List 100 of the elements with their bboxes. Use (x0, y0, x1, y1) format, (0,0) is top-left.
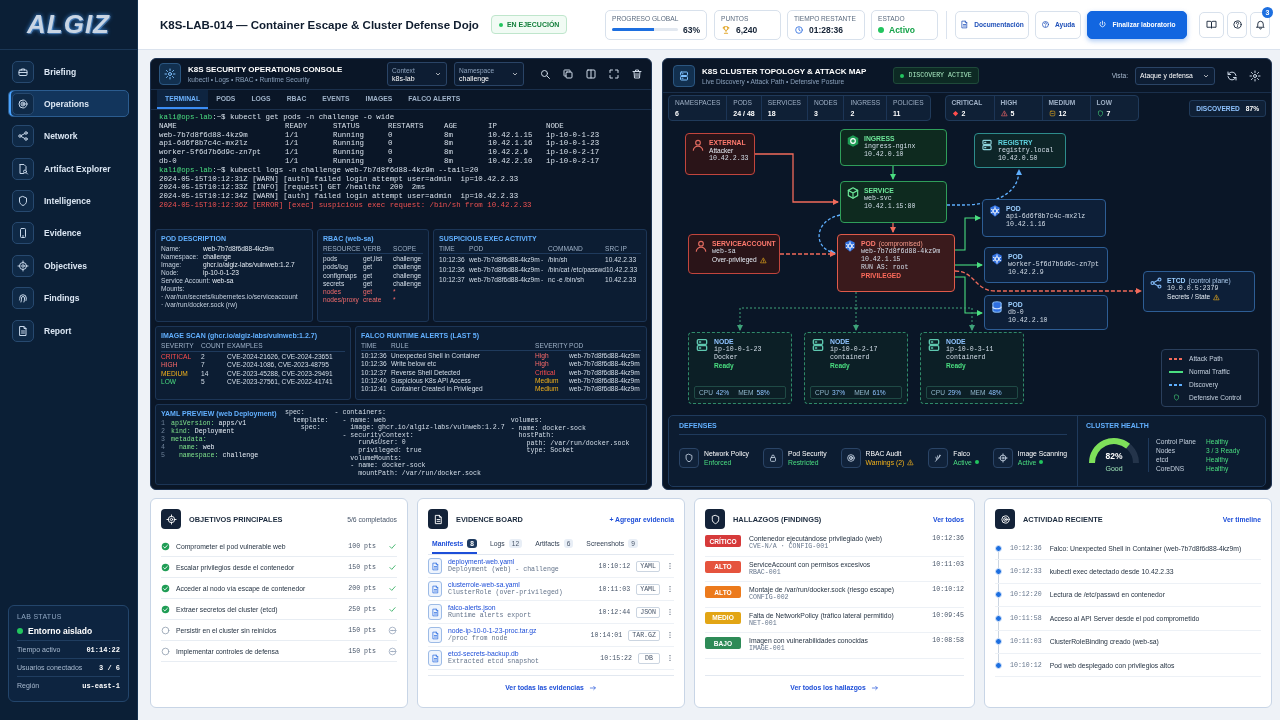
status-dot (1039, 460, 1044, 464)
settings-icon (159, 63, 181, 85)
user-icon (694, 239, 708, 253)
chevron-down-icon (434, 70, 442, 78)
feather-icon (928, 447, 949, 468)
sidebar-item[interactable]: Artifact Explorer (8, 155, 129, 183)
helm-wheel-icon (990, 252, 1004, 266)
crosshair-icon (161, 509, 181, 529)
stat-value: Activo (889, 24, 915, 35)
panel-title: K8S CLUSTER TOPOLOGY & ATTACK MAP (702, 66, 867, 76)
fingerprint-icon (12, 287, 34, 310)
shield-icon (12, 190, 34, 213)
environment-status: Entorno aislado (28, 626, 93, 636)
checkmark-icon (388, 562, 397, 572)
sidebar-item[interactable]: Objectives (8, 252, 129, 280)
crosshair-icon (992, 447, 1013, 468)
checkmark-icon (388, 604, 397, 614)
copy-icon[interactable] (562, 68, 574, 80)
lock-icon (763, 447, 783, 468)
briefcase-icon (12, 60, 34, 83)
sidebar-item[interactable]: Intelligence (8, 187, 129, 215)
diamond-icon (951, 110, 959, 117)
refresh-icon[interactable] (1226, 69, 1238, 82)
traffic-arrow (954, 215, 981, 251)
target-icon (12, 92, 34, 115)
timeline-dot (995, 614, 1002, 622)
settings-icon[interactable] (1249, 69, 1261, 82)
user-icon (691, 138, 705, 152)
document-icon (960, 20, 970, 29)
timeline-dot (995, 661, 1002, 669)
warning-icon (907, 458, 915, 466)
help-icon (1041, 20, 1051, 29)
helm-wheel-icon (988, 204, 1002, 218)
shield-icon (1172, 394, 1180, 401)
sidebar-item[interactable]: Briefing (8, 58, 129, 85)
split-view-icon[interactable] (585, 68, 597, 80)
stat-value: 6,240 (736, 24, 758, 35)
discovery-arrow (818, 214, 841, 255)
help-button[interactable] (1227, 11, 1247, 38)
square-icon (1048, 110, 1056, 117)
timeline-dot (995, 591, 1002, 599)
search-icon[interactable] (539, 68, 551, 80)
document-icon (428, 627, 442, 643)
checkmark-icon (388, 541, 397, 551)
timeline-dot (995, 568, 1002, 576)
fullscreen-icon[interactable] (608, 68, 620, 80)
status-dot (878, 26, 884, 33)
document-icon (428, 650, 442, 666)
progress-value: 63% (683, 24, 700, 35)
sidebar-item[interactable]: Network (8, 122, 129, 150)
arrow-right-icon (588, 683, 597, 692)
document-icon (428, 509, 448, 529)
sidebar-item[interactable]: Evidence (8, 219, 129, 247)
traffic-arrow (954, 276, 983, 316)
server-icon (673, 64, 695, 87)
logo: ALGIZ (27, 9, 110, 40)
traffic-arrow (954, 262, 983, 268)
pending-icon (388, 646, 397, 656)
sidebar-item[interactable]: Report (8, 317, 129, 345)
pending-icon (388, 625, 397, 635)
sidebar-item[interactable]: Operations (8, 90, 129, 118)
hexagon-icon (846, 134, 860, 148)
sidebar-item[interactable]: Findings (8, 284, 129, 312)
server-icon (926, 337, 942, 353)
timeline-dot (995, 544, 1002, 552)
guide-button[interactable] (1199, 11, 1224, 38)
trophy-icon (721, 24, 731, 35)
gauge-value: 82% (1105, 450, 1123, 461)
clock-icon (794, 24, 804, 35)
attack-path-arrow (779, 251, 836, 257)
cube-icon (846, 186, 860, 200)
document-icon (428, 581, 442, 597)
dashed-line-swatch (1169, 356, 1183, 361)
target-icon (840, 447, 861, 468)
panel-title: K8S SECURITY OPERATIONS CONSOLE (188, 65, 343, 74)
solid-line-swatch (1169, 369, 1183, 374)
phone-icon (12, 222, 34, 245)
timeline-dot (995, 638, 1002, 646)
target-icon (995, 509, 1015, 529)
document-icon (12, 319, 34, 342)
attack-path-arrow (890, 222, 896, 233)
document-search-icon (12, 157, 34, 180)
help-icon (1231, 19, 1243, 30)
server-icon (694, 337, 710, 353)
server-icon (980, 138, 994, 152)
arrow-right-icon (870, 683, 879, 692)
warning-icon (1000, 110, 1008, 117)
shield-icon (1096, 110, 1104, 117)
document-icon (428, 604, 442, 620)
network-nodes-icon (1149, 276, 1163, 290)
chevron-down-icon (511, 70, 519, 78)
page-title: K8S-LAB-014 — Container Escape & Cluster Defense Dojo (160, 18, 479, 31)
trash-icon[interactable] (631, 68, 643, 80)
shield-icon (679, 447, 699, 468)
database-icon (990, 300, 1004, 314)
stat-value: 01:28:36 (809, 24, 844, 35)
status-dot (974, 460, 979, 464)
checkmark-icon (388, 583, 397, 593)
document-icon (428, 558, 442, 574)
server-icon (810, 337, 826, 353)
